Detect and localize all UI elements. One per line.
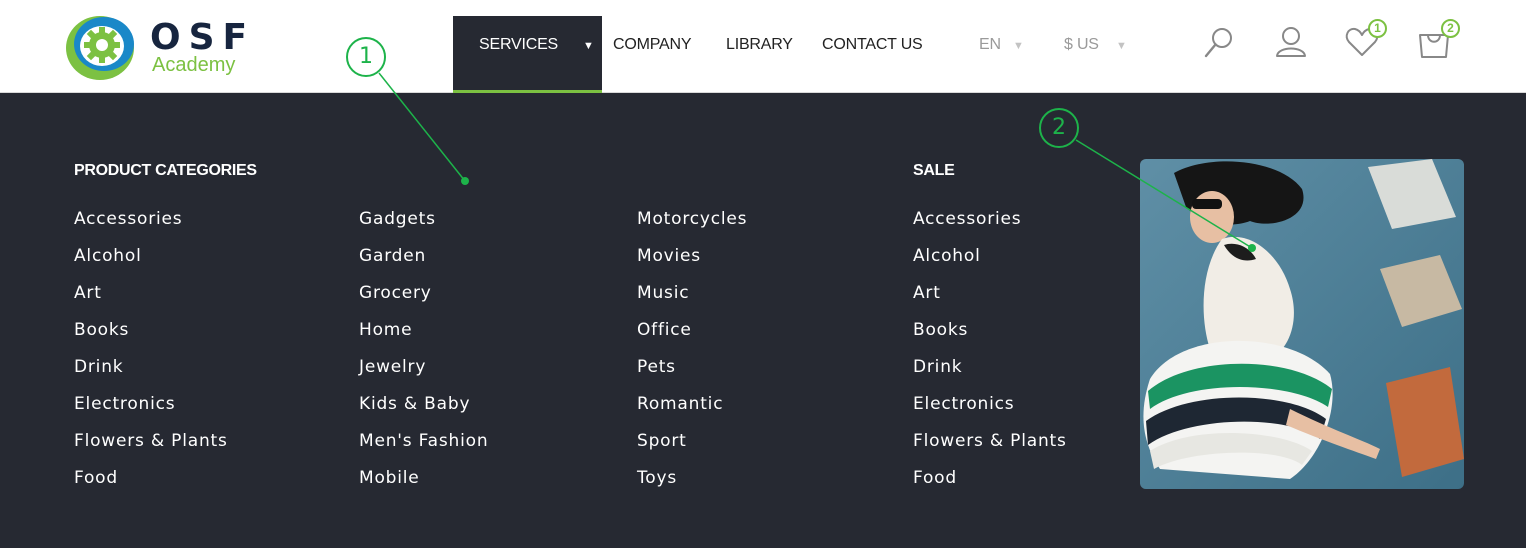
language-chevron-icon[interactable]: ▼ — [1013, 36, 1024, 56]
category-link[interactable]: Office — [637, 319, 747, 356]
brand-name: OSF — [150, 17, 256, 58]
brand-subtitle: Academy — [152, 54, 236, 76]
category-link[interactable]: Garden — [359, 245, 488, 282]
category-link[interactable]: Books — [74, 319, 228, 356]
category-link[interactable]: Men's Fashion — [359, 430, 488, 467]
currency-chevron-icon[interactable]: ▼ — [1116, 36, 1127, 56]
chevron-down-icon[interactable]: ▼ — [583, 36, 594, 56]
category-link[interactable]: Music — [637, 282, 747, 319]
callout-marker-1: 1 — [346, 37, 386, 77]
nav-item-services[interactable]: SERVICES — [479, 35, 558, 55]
product-categories-heading: PRODUCT CATEGORIES — [74, 162, 257, 179]
category-link[interactable]: Mobile — [359, 467, 488, 504]
category-link[interactable]: Romantic — [637, 393, 747, 430]
sale-category-link[interactable]: Art — [913, 282, 1067, 319]
category-link[interactable]: Food — [74, 467, 228, 504]
category-link[interactable]: Alcohol — [74, 245, 228, 282]
nav-item-contact-us[interactable]: CONTACT US — [822, 35, 923, 55]
language-selector[interactable]: EN — [979, 35, 1001, 55]
category-link[interactable]: Accessories — [74, 208, 228, 245]
category-link[interactable]: Electronics — [74, 393, 228, 430]
category-link[interactable]: Art — [74, 282, 228, 319]
osf-academy-logo[interactable]: OSF Academy — [64, 12, 254, 82]
category-link[interactable]: Grocery — [359, 282, 488, 319]
category-link[interactable]: Motorcycles — [637, 208, 747, 245]
search-icon[interactable] — [1202, 22, 1238, 62]
category-link[interactable]: Toys — [637, 467, 747, 504]
sale-category-link[interactable]: Electronics — [913, 393, 1067, 430]
callout-marker-2: 2 — [1039, 108, 1079, 148]
category-column-1: Accessories Alcohol Art Books Drink Elec… — [74, 208, 228, 504]
category-link[interactable]: Gadgets — [359, 208, 488, 245]
user-icon[interactable] — [1273, 22, 1309, 62]
category-link[interactable]: Flowers & Plants — [74, 430, 228, 467]
category-link[interactable]: Sport — [637, 430, 747, 467]
site-header: OSF Academy SERVICES ▼ COMPANY LIBRARY C… — [0, 0, 1526, 93]
nav-item-library[interactable]: LIBRARY — [726, 35, 793, 55]
sale-category-link[interactable]: Books — [913, 319, 1067, 356]
sale-heading: SALE — [913, 162, 955, 179]
category-link[interactable]: Jewelry — [359, 356, 488, 393]
promo-image[interactable] — [1140, 159, 1464, 489]
cart-count-badge: 2 — [1441, 19, 1460, 38]
sale-category-link[interactable]: Flowers & Plants — [913, 430, 1067, 467]
category-column-3: Motorcycles Movies Music Office Pets Rom… — [637, 208, 747, 504]
wishlist-count-badge: 1 — [1368, 19, 1387, 38]
sale-category-link[interactable]: Food — [913, 467, 1067, 504]
sale-column: Accessories Alcohol Art Books Drink Elec… — [913, 208, 1067, 504]
currency-selector[interactable]: $ US — [1064, 35, 1099, 55]
category-link[interactable]: Home — [359, 319, 488, 356]
category-link[interactable]: Drink — [74, 356, 228, 393]
sale-category-link[interactable]: Alcohol — [913, 245, 1067, 282]
logo-gear-icon — [66, 16, 134, 80]
nav-item-company[interactable]: COMPANY — [613, 35, 692, 55]
category-column-2: Gadgets Garden Grocery Home Jewelry Kids… — [359, 208, 488, 504]
sale-category-link[interactable]: Accessories — [913, 208, 1067, 245]
category-link[interactable]: Movies — [637, 245, 747, 282]
category-link[interactable]: Pets — [637, 356, 747, 393]
sale-category-link[interactable]: Drink — [913, 356, 1067, 393]
category-link[interactable]: Kids & Baby — [359, 393, 488, 430]
